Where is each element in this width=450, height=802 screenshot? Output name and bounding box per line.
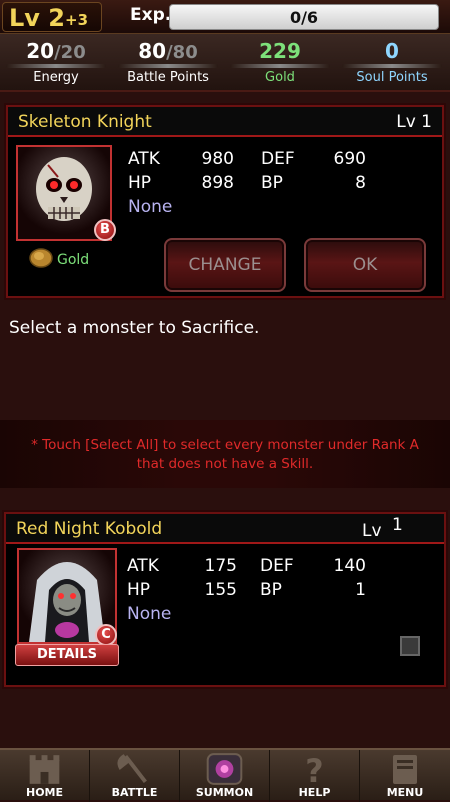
battle-points-max: /80 (166, 42, 198, 63)
energy-label: Energy (33, 70, 79, 85)
base-monster-name: Skeleton Knight (18, 112, 152, 132)
battle-points-value: 80 (138, 39, 167, 63)
axe-icon (117, 754, 147, 784)
sacrifice-level-value: 1 (392, 515, 403, 535)
stat-divider (230, 64, 330, 68)
nav-summon-label: SUMMON (195, 786, 254, 799)
gold-label: Gold (265, 70, 295, 85)
exp-label: Exp. (130, 5, 172, 25)
notice-band: * Touch [Select All] to select every mon… (0, 420, 450, 488)
stat-energy: 20/20 Energy (0, 34, 112, 92)
nav-summon[interactable]: SUMMON (180, 750, 270, 802)
sacrifice-level-label: Lv (362, 521, 382, 541)
exp-progress-bar: 0/6 (169, 4, 439, 30)
book-icon (393, 755, 417, 784)
level-bonus: +3 (65, 11, 89, 29)
skill-value: None (127, 604, 172, 624)
level-badge: Lv 2 +3 (2, 2, 102, 32)
gold-coin-icon (29, 248, 53, 268)
player-level: Lv 2 (9, 4, 65, 32)
nav-battle-label: BATTLE (111, 786, 158, 799)
stat-battle-points: 80/80 Battle Points (112, 34, 224, 92)
atk-label: ATK (128, 149, 160, 169)
soul-points-value: 0 (385, 39, 399, 63)
hp-label: HP (127, 580, 151, 600)
change-button[interactable]: CHANGE (164, 238, 286, 292)
nav-help-label: HELP (298, 786, 331, 799)
stat-divider (118, 64, 218, 68)
soul-points-label: Soul Points (356, 70, 428, 85)
sacrifice-instruction: Select a monster to Sacrifice. (9, 318, 260, 338)
energy-value: 20 (26, 39, 55, 63)
question-icon: ? (305, 754, 323, 786)
def-value: 140 (333, 556, 366, 576)
ok-button[interactable]: OK (304, 238, 426, 292)
sacrifice-monster-name: Red Night Kobold (16, 519, 163, 539)
exp-value: 0/6 (289, 8, 319, 27)
rank-badge: C (95, 624, 117, 646)
select-checkbox[interactable] (400, 636, 420, 656)
svg-text:?: ? (305, 754, 323, 786)
bottom-nav: HOME BATTLE SUMMON ? HELP MENU (0, 748, 450, 802)
portal-icon (206, 753, 243, 785)
nav-menu[interactable]: MENU (360, 750, 450, 802)
gold-reward-label: Gold (57, 252, 90, 268)
energy-max: /20 (54, 42, 86, 63)
notice-line-2: that does not have a Skill. (136, 456, 314, 472)
def-label: DEF (260, 556, 294, 576)
castle-icon (29, 755, 60, 784)
notice-line-1: * Touch [Select All] to select every mon… (31, 437, 419, 453)
top-bar: Lv 2 +3 Exp. 0/6 (0, 0, 450, 34)
bp-label: BP (260, 580, 282, 600)
bp-label: BP (261, 173, 283, 193)
sacrifice-monster-header: Red Night Kobold Lv 1 (6, 514, 444, 544)
nav-help[interactable]: ? HELP (270, 750, 360, 802)
hp-label: HP (128, 173, 152, 193)
def-value: 690 (333, 149, 366, 169)
bp-value: 1 (355, 580, 366, 600)
resource-stats-bar: 20/20 Energy 80/80 Battle Points 229 Gol… (0, 34, 450, 92)
nav-menu-label: MENU (386, 786, 424, 799)
skill-value: None (128, 197, 173, 217)
rank-badge: B (94, 219, 116, 241)
atk-value: 175 (204, 556, 237, 576)
bp-value: 8 (355, 173, 366, 193)
battle-points-label: Battle Points (127, 70, 209, 85)
base-monster-card: Skeleton Knight Lv 1 B ATK 980 DEF 690 H… (6, 105, 444, 298)
stat-gold: 229 Gold (224, 34, 336, 92)
hp-value: 898 (201, 173, 234, 193)
base-monster-header: Skeleton Knight Lv 1 (8, 107, 442, 137)
details-button[interactable]: DETAILS (15, 644, 119, 666)
def-label: DEF (261, 149, 295, 169)
atk-label: ATK (127, 556, 159, 576)
nav-home-label: HOME (25, 786, 64, 799)
hp-value: 155 (204, 580, 237, 600)
nav-battle[interactable]: BATTLE (90, 750, 180, 802)
stat-divider (342, 64, 442, 68)
atk-value: 980 (201, 149, 234, 169)
stat-soul-points: 0 Soul Points (336, 34, 448, 92)
gold-value: 229 (259, 39, 301, 63)
stat-divider (6, 64, 106, 68)
nav-home[interactable]: HOME (0, 750, 90, 802)
base-monster-level: Lv 1 (396, 112, 432, 132)
